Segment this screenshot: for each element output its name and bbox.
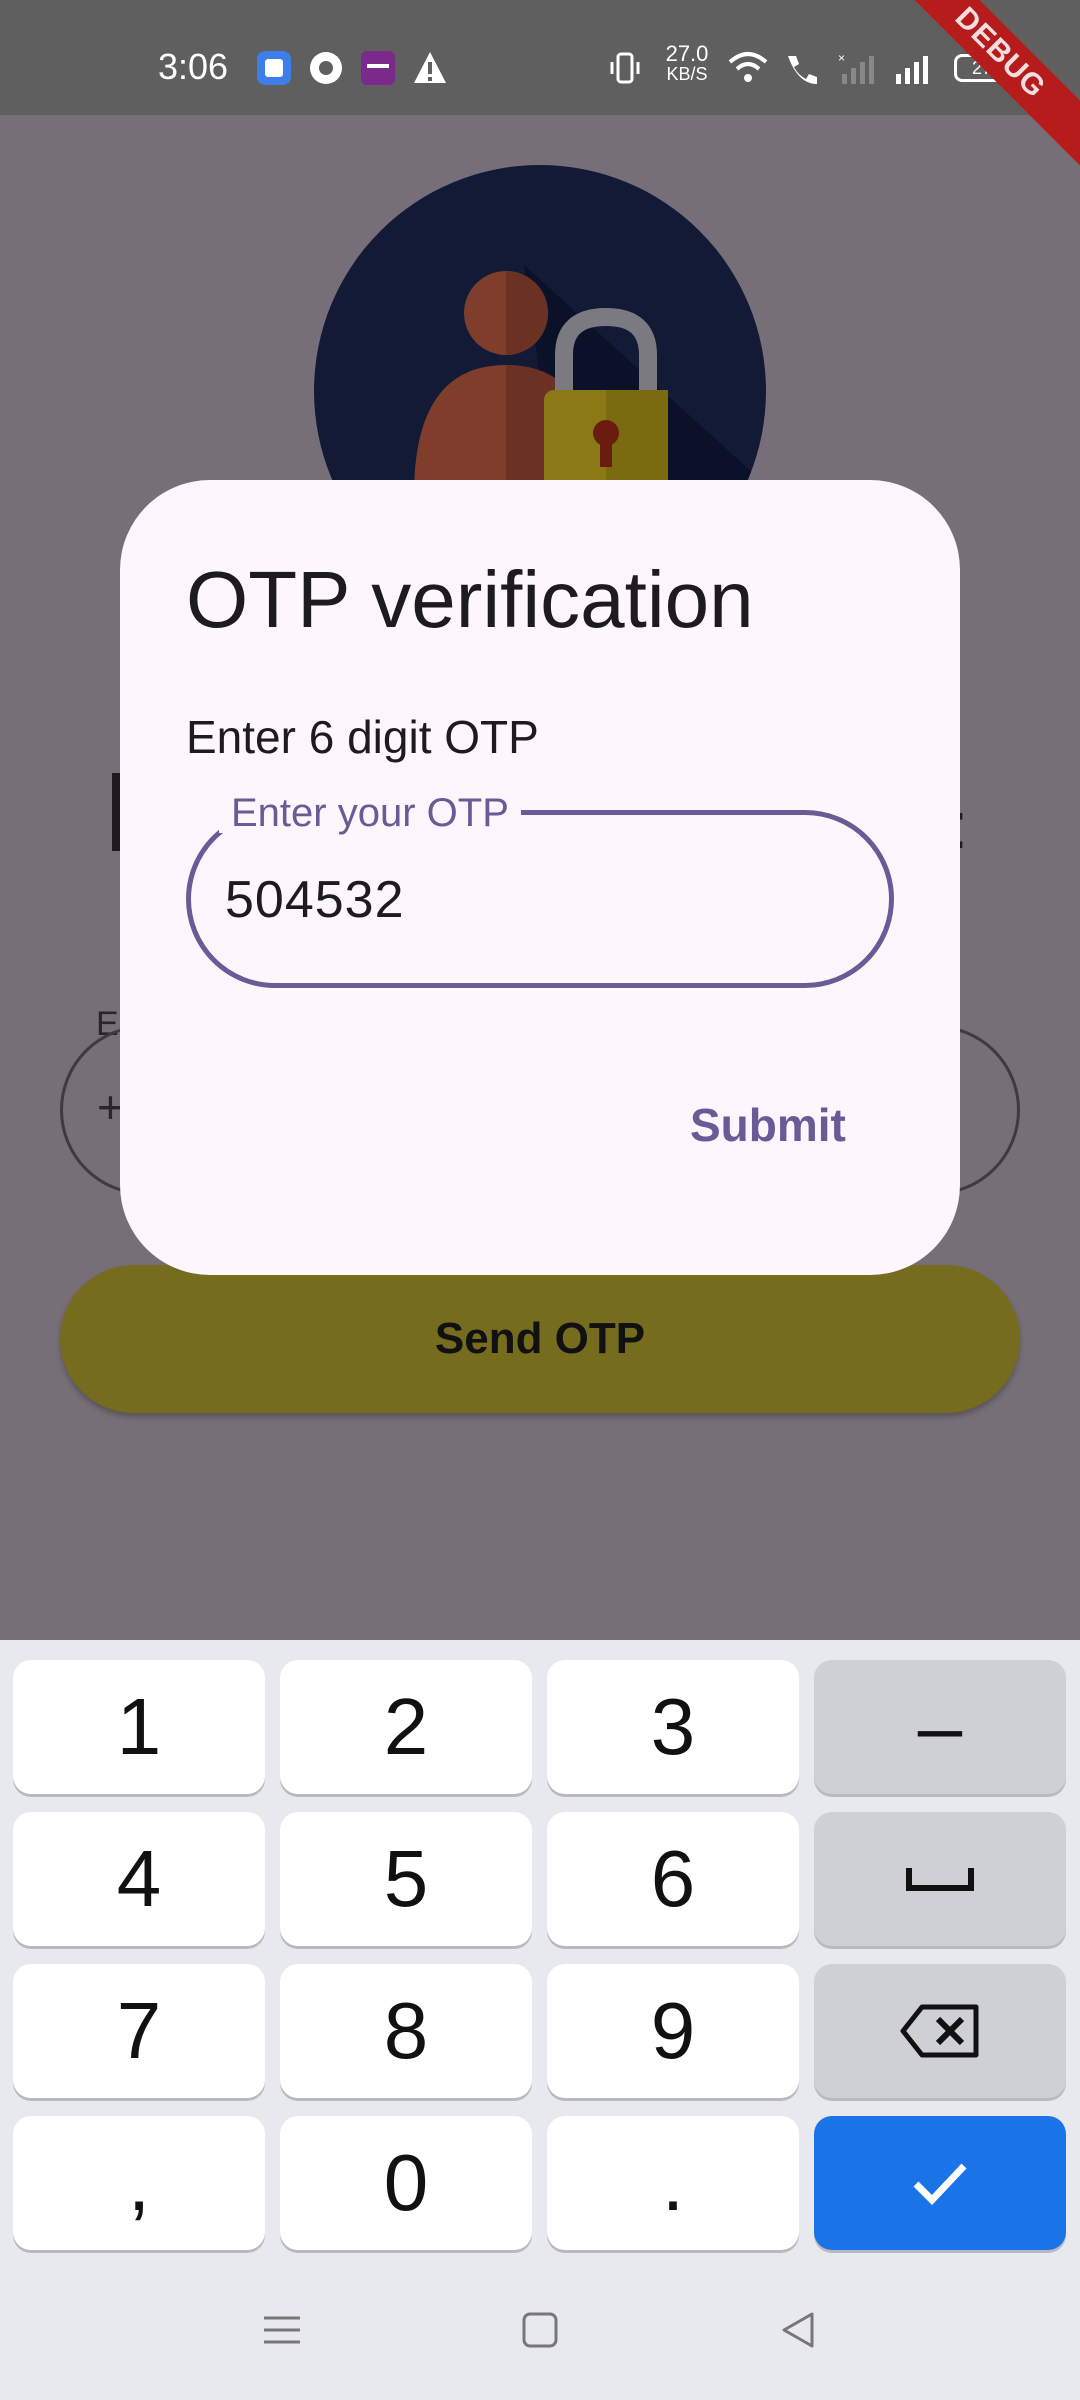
vibrate-icon — [610, 52, 640, 84]
key-8[interactable]: 8 — [280, 1964, 532, 2098]
warning-icon — [414, 52, 446, 83]
circle-app-icon — [310, 52, 342, 84]
signal-sim2-icon — [896, 56, 928, 84]
checkmark-icon — [913, 2163, 967, 2206]
net-speed: 27.0 KB/S — [660, 41, 714, 85]
dialog-subtitle: Enter 6 digit OTP — [186, 711, 539, 763]
key-7[interactable]: 7 — [13, 1964, 265, 2098]
navigation-bar — [0, 2270, 1080, 2400]
status-time: 3:06 — [158, 46, 229, 87]
key-9[interactable]: 9 — [547, 1964, 799, 2098]
dialog-title: OTP verification — [186, 555, 754, 644]
key-1[interactable]: 1 — [13, 1660, 265, 1794]
key-comma[interactable]: , — [13, 2116, 265, 2250]
submit-button[interactable]: Submit — [690, 1098, 846, 1152]
otp-verification-dialog: OTP verification Enter 6 digit OTP Enter… — [120, 480, 960, 1275]
backspace-icon — [900, 2004, 979, 2058]
status-bar: 3:06 27.0 KB/S × 27 — [0, 0, 1080, 115]
key-5[interactable]: 5 — [280, 1812, 532, 1946]
wifi-icon — [728, 52, 768, 82]
svg-text:×: × — [838, 51, 845, 65]
key-backspace[interactable] — [814, 1964, 1066, 2098]
net-speed-unit: KB/S — [666, 64, 708, 84]
key-2[interactable]: 2 — [280, 1660, 532, 1794]
key-minus[interactable]: – — [814, 1660, 1066, 1794]
app-notification-icon — [257, 51, 291, 85]
key-6[interactable]: 6 — [547, 1812, 799, 1946]
wifi-call-icon — [788, 56, 817, 84]
otp-input-label: Enter your OTP — [219, 793, 521, 833]
home-icon[interactable] — [520, 2310, 560, 2350]
key-0[interactable]: 0 — [280, 2116, 532, 2250]
menu-icon[interactable] — [262, 2310, 302, 2350]
key-3[interactable]: 3 — [547, 1660, 799, 1794]
numeric-keyboard: 1 2 3 – 4 5 6 7 8 9 , 0 . — [0, 1640, 1080, 2270]
space-icon — [906, 1868, 974, 1891]
send-otp-button[interactable]: Send OTP — [60, 1265, 1020, 1413]
key-4[interactable]: 4 — [13, 1812, 265, 1946]
otp-input-value[interactable]: 504532 — [225, 870, 405, 930]
key-space[interactable] — [814, 1812, 1066, 1946]
key-period[interactable]: . — [547, 2116, 799, 2250]
back-icon[interactable] — [778, 2310, 818, 2350]
key-done[interactable] — [814, 2116, 1066, 2250]
signal-sim1-icon: × — [838, 51, 874, 84]
yono-icon — [361, 51, 395, 85]
otp-input-field[interactable]: Enter your OTP 504532 — [186, 793, 894, 988]
net-speed-value: 27.0 — [665, 41, 709, 66]
